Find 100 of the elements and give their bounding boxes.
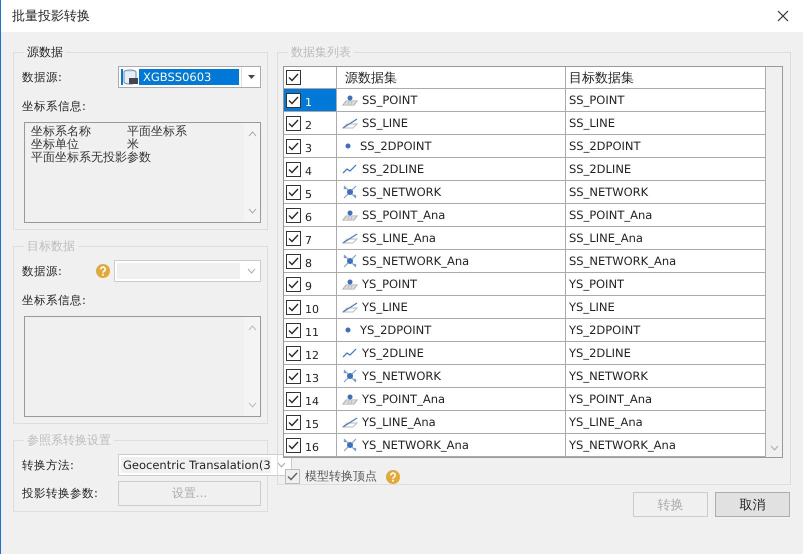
table-cell: YS_POINT_Ana <box>362 392 446 406</box>
table-cell: YS_LINE_Ana <box>362 415 436 429</box>
row-header[interactable]: 6 <box>284 204 337 226</box>
table-cell: SS_2DLINE <box>569 162 632 176</box>
table-cell: SS_LINE <box>362 116 408 130</box>
field-label: 坐标系信息: <box>22 293 87 308</box>
table-cell: SS_LINE <box>569 116 616 130</box>
table-cell: SS_2DPOINT <box>569 139 641 153</box>
row-checkbox[interactable] <box>286 254 301 268</box>
column-header[interactable]: 目标数据集 <box>569 68 634 86</box>
row-checkbox[interactable] <box>286 116 301 130</box>
point-layer-icon <box>342 392 358 406</box>
row-header[interactable]: 5 <box>284 181 337 203</box>
row-checkbox[interactable] <box>286 138 301 154</box>
table-cell: SS_NETWORK_Ana <box>362 254 470 268</box>
table-cell: SS_POINT <box>569 93 624 107</box>
info-text: 平面坐标系无投影参数 <box>31 151 151 164</box>
checkbox-label: 模型转换顶点 <box>305 468 377 485</box>
table-cell: SS_POINT_Ana <box>569 208 652 222</box>
row-header[interactable]: 14 <box>284 388 337 410</box>
row-header[interactable]: 4 <box>284 158 337 180</box>
row-checkbox[interactable] <box>286 184 301 200</box>
point-layer-icon <box>342 93 358 107</box>
row-header[interactable]: 13 <box>284 365 337 387</box>
table-cell: YS_NETWORK_Ana <box>362 438 469 452</box>
table-cell: YS_NETWORK_Ana <box>569 438 676 452</box>
table-cell: SS_NETWORK <box>569 185 648 199</box>
row-checkbox[interactable] <box>286 162 301 176</box>
chevron-down-icon <box>277 462 286 468</box>
column-header[interactable]: 源数据集 <box>345 68 397 86</box>
row-checkbox[interactable] <box>286 300 301 314</box>
table-cell: YS_2DPOINT <box>569 323 640 337</box>
table-cell: SS_NETWORK_Ana <box>569 254 676 268</box>
row-header[interactable]: 9 <box>284 273 337 295</box>
table-cell: SS_2DPOINT <box>360 139 432 153</box>
dropdown-arrow-icon <box>248 75 254 79</box>
table-cell: YS_2DLINE <box>569 346 631 360</box>
table-cell: YS_POINT <box>362 277 418 291</box>
table-cell: YS_NETWORK <box>362 369 441 383</box>
field-label: 转换方法: <box>22 458 75 472</box>
row-header[interactable]: 12 <box>284 342 337 364</box>
network-icon <box>342 438 358 452</box>
table-cell: YS_POINT_Ana <box>569 392 652 406</box>
info-text: 坐标系名称 <box>31 125 92 138</box>
row-checkbox[interactable] <box>286 392 301 406</box>
table-cell: YS_LINE <box>362 300 408 314</box>
point-layer-icon <box>342 208 358 222</box>
polyline-icon <box>342 346 358 360</box>
table-cell: YS_LINE_Ana <box>569 415 643 429</box>
table-cell: SS_POINT_Ana <box>362 208 446 222</box>
field-label: 数据源: <box>22 70 63 84</box>
row-header[interactable]: 8 <box>284 250 337 272</box>
point-layer-icon <box>342 277 358 291</box>
row-header[interactable]: 11 <box>284 319 337 341</box>
datasource-dropdown[interactable]: XGBSS0603 <box>118 66 261 88</box>
dialog-button[interactable]: 取消 <box>715 492 790 517</box>
row-header[interactable]: 10 <box>284 296 337 318</box>
table-cell: YS_2DPOINT <box>360 323 432 337</box>
row-header[interactable]: 15 <box>284 411 337 433</box>
row-checkbox[interactable] <box>286 368 301 384</box>
table-cell: SS_LINE_Ana <box>569 231 643 245</box>
row-header[interactable]: 7 <box>284 227 337 249</box>
row-header[interactable]: 3 <box>284 135 337 157</box>
field-label: 数据源: <box>22 264 63 278</box>
network-icon <box>342 185 358 199</box>
table-cell: YS_LINE <box>569 300 615 314</box>
row-header[interactable]: 2 <box>284 112 337 134</box>
table-cell: YS_POINT <box>569 277 624 291</box>
row-checkbox[interactable] <box>286 92 301 108</box>
point-icon <box>345 327 351 333</box>
line-layer-icon <box>342 415 358 429</box>
close-icon[interactable] <box>777 10 789 22</box>
row-checkbox[interactable] <box>286 230 301 246</box>
info-text: 平面坐标系 <box>127 125 187 138</box>
row-header[interactable]: 16 <box>284 434 337 456</box>
table-cell: YS_2DLINE <box>362 346 424 360</box>
table-cell: SS_2DLINE <box>362 162 424 176</box>
point-icon <box>345 143 351 149</box>
row-header[interactable]: 1 <box>284 89 337 111</box>
network-icon <box>342 369 358 383</box>
database-icon <box>123 69 139 85</box>
table-cell: YS_NETWORK <box>569 369 648 383</box>
select-all-checkbox[interactable] <box>286 70 301 85</box>
polyline-icon <box>342 162 358 176</box>
method-dropdown[interactable]: Geocentric Transalation(3 <box>118 454 292 476</box>
row-checkbox[interactable] <box>286 346 301 360</box>
field-label: 投影转换参数: <box>22 486 99 500</box>
row-checkbox[interactable] <box>286 208 301 222</box>
network-icon <box>342 254 358 268</box>
table-cell: SS_POINT <box>362 93 418 107</box>
field-label: 坐标系信息: <box>22 99 87 114</box>
line-layer-icon <box>342 231 358 245</box>
row-checkbox[interactable] <box>286 414 301 430</box>
row-checkbox[interactable] <box>286 276 301 292</box>
info-text: 坐标单位 <box>31 138 80 151</box>
line-layer-icon <box>342 116 358 130</box>
row-checkbox[interactable] <box>286 438 301 452</box>
group-legend: 源数据 <box>24 44 66 60</box>
chevron-down-icon <box>246 268 256 274</box>
row-checkbox[interactable] <box>286 322 301 338</box>
